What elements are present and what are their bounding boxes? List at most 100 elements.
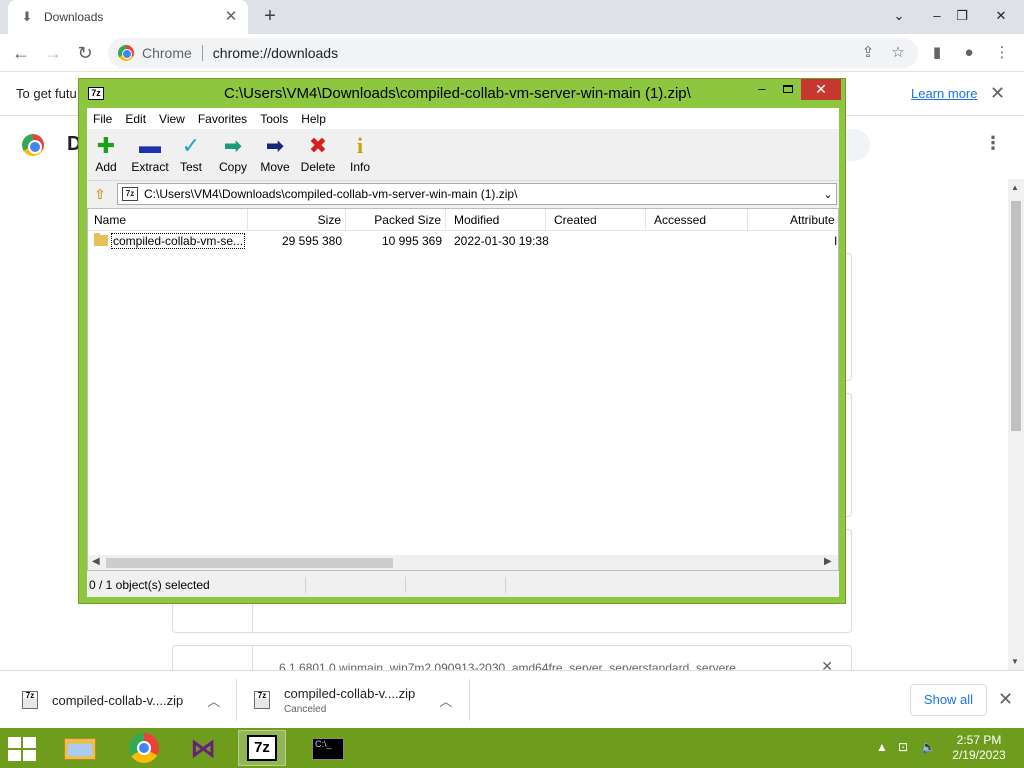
chevron-up-icon[interactable]: ︿	[207, 691, 220, 710]
7zip-icon[interactable]: 7z	[238, 730, 286, 766]
column-attributes[interactable]: Attribute	[748, 209, 838, 231]
extract-minus-icon: ▬	[139, 133, 161, 158]
status-selection: 0 / 1 object(s) selected	[89, 578, 210, 592]
scroll-left-icon[interactable]: ◀	[92, 556, 100, 567]
new-tab-button[interactable]: +	[258, 4, 282, 28]
move-arrow-icon: ➡	[265, 133, 285, 158]
copy-label: Copy	[218, 160, 247, 174]
reload-icon[interactable]: ↻	[72, 40, 98, 66]
status-divider	[405, 577, 406, 593]
column-created[interactable]: Created	[546, 209, 646, 231]
7zip-maximize-icon[interactable]	[775, 79, 801, 101]
delete-button[interactable]: ✖ Delete	[295, 132, 341, 178]
menu-file[interactable]: File	[93, 112, 112, 126]
download-icon: ⬇	[21, 9, 33, 24]
info-button[interactable]: i Info	[337, 132, 383, 178]
chevron-down-icon[interactable]: ⌄	[820, 188, 836, 201]
menu-help[interactable]: Help	[301, 112, 326, 126]
column-size[interactable]: Size	[248, 209, 346, 231]
card-remove-icon[interactable]: ✕	[821, 658, 833, 670]
7zip-path-text: C:\Users\VM4\Downloads\compiled-collab-v…	[144, 187, 518, 201]
row-attributes: I	[834, 234, 838, 248]
file-list-hscrollbar[interactable]: ◀ ▶	[88, 555, 838, 570]
file-explorer-icon[interactable]	[56, 730, 104, 766]
7zip-file-list: Name Size Packed Size Modified Created A…	[87, 208, 839, 571]
row-modified: 2022-01-30 19:38	[454, 234, 549, 248]
learn-more-link[interactable]: Learn more	[911, 86, 977, 101]
menu-view[interactable]: View	[159, 112, 185, 126]
profile-avatar-icon[interactable]: ●	[958, 42, 980, 64]
back-icon[interactable]: ←	[8, 40, 34, 66]
scroll-right-icon[interactable]: ▶	[824, 556, 832, 567]
menu-tools[interactable]: Tools	[260, 112, 288, 126]
start-button[interactable]	[8, 737, 38, 761]
forward-icon[interactable]: →	[40, 40, 66, 66]
side-panel-icon[interactable]: ▮	[926, 42, 948, 64]
page-scroll-thumb[interactable]	[1011, 201, 1021, 431]
command-prompt-icon[interactable]: C:\_	[304, 730, 352, 766]
tab-title: Downloads	[44, 10, 104, 24]
hscroll-thumb[interactable]	[106, 558, 393, 568]
menu-favorites[interactable]: Favorites	[198, 112, 247, 126]
shelf-item[interactable]: 7z compiled-collab-v....zip Canceled ︿	[254, 671, 452, 729]
address-bar[interactable]: Chrome chrome://downloads	[108, 38, 918, 68]
add-button[interactable]: ✚ Add	[83, 132, 129, 178]
zip-archive-icon: 7z	[122, 187, 138, 201]
network-icon[interactable]: ⊡	[898, 740, 908, 754]
file-list-header: Name Size Packed Size Modified Created A…	[88, 209, 838, 231]
taskbar-clock[interactable]: 2:57 PM 2/19/2023	[940, 733, 1018, 763]
folder-up-icon[interactable]: ⇧	[91, 185, 109, 203]
shelf-close-icon[interactable]: ✕	[998, 689, 1013, 710]
taskbar: ⋈ 7z C:\_ ▲ ⊡ 🔈 2:57 PM 2/19/2023	[0, 728, 1024, 768]
shelf-item-status: Canceled	[284, 703, 327, 715]
tab-downloads[interactable]: ⬇ Downloads ✕	[8, 0, 248, 34]
table-row[interactable]: compiled-collab-vm-se... 29 595 380 10 9…	[88, 232, 838, 250]
bookmark-star-icon[interactable]: ☆	[887, 42, 909, 64]
scroll-down-icon[interactable]: ▼	[1011, 657, 1019, 666]
chrome-icon[interactable]	[120, 730, 168, 766]
card-filename[interactable]: 6.1.6801.0.winmain_win7m2.090913-2030_am…	[279, 661, 736, 670]
info-label: Info	[349, 160, 370, 174]
download-shelf: 7z compiled-collab-v....zip ︿ 7z compile…	[0, 670, 1024, 728]
add-plus-icon: ✚	[96, 133, 116, 158]
status-divider	[305, 577, 306, 593]
shelf-divider	[469, 679, 470, 721]
visual-studio-icon[interactable]: ⋈	[180, 730, 228, 766]
info-bar-close-icon[interactable]: ✕	[990, 83, 1005, 104]
7zip-close-icon[interactable]: ✕	[801, 79, 841, 100]
tab-search-chevron-icon[interactable]: ⌄	[882, 0, 916, 34]
column-modified[interactable]: Modified	[446, 209, 546, 231]
site-label: Chrome	[142, 45, 192, 61]
copy-button[interactable]: ➡ Copy	[210, 132, 256, 178]
move-label: Move	[260, 160, 290, 174]
volume-icon[interactable]: 🔈	[921, 740, 936, 754]
extract-button[interactable]: ▬ Extract	[127, 132, 173, 178]
copy-arrow-icon: ➡	[223, 133, 243, 158]
shelf-item[interactable]: 7z compiled-collab-v....zip ︿	[22, 671, 220, 729]
show-all-button[interactable]: Show all	[910, 684, 987, 716]
card-icon-column	[173, 646, 253, 670]
menu-edit[interactable]: Edit	[125, 112, 146, 126]
address-separator	[201, 45, 203, 61]
page-menu-icon[interactable]: ⋮	[984, 133, 1002, 154]
share-icon[interactable]: ⇪	[857, 42, 879, 64]
address-url: chrome://downloads	[212, 45, 339, 61]
restore-icon[interactable]: ❐	[945, 0, 979, 34]
chevron-up-icon[interactable]: ︿	[439, 691, 452, 710]
7zip-minimize-icon[interactable]: –	[749, 79, 775, 101]
move-button[interactable]: ➡ Move	[252, 132, 298, 178]
7zip-path-combobox[interactable]: 7z C:\Users\VM4\Downloads\compiled-colla…	[117, 183, 837, 205]
column-name[interactable]: Name	[88, 209, 248, 231]
page-scrollbar[interactable]: ▲ ▼	[1008, 179, 1024, 670]
row-name-cell[interactable]: compiled-collab-vm-se...	[94, 232, 246, 250]
close-browser-icon[interactable]: ✕	[984, 0, 1018, 34]
browser-menu-icon[interactable]: ⋮	[991, 42, 1013, 64]
test-button[interactable]: ✓ Test	[168, 132, 214, 178]
7zip-titlebar[interactable]: 7z C:\Users\VM4\Downloads\compiled-colla…	[79, 79, 845, 107]
tab-close-icon[interactable]: ✕	[222, 8, 240, 26]
scroll-up-icon[interactable]: ▲	[1011, 183, 1019, 192]
shelf-item-name: compiled-collab-v....zip	[284, 685, 416, 701]
column-accessed[interactable]: Accessed	[646, 209, 748, 231]
tray-overflow-icon[interactable]: ▲	[876, 740, 888, 754]
column-packed-size[interactable]: Packed Size	[346, 209, 446, 231]
